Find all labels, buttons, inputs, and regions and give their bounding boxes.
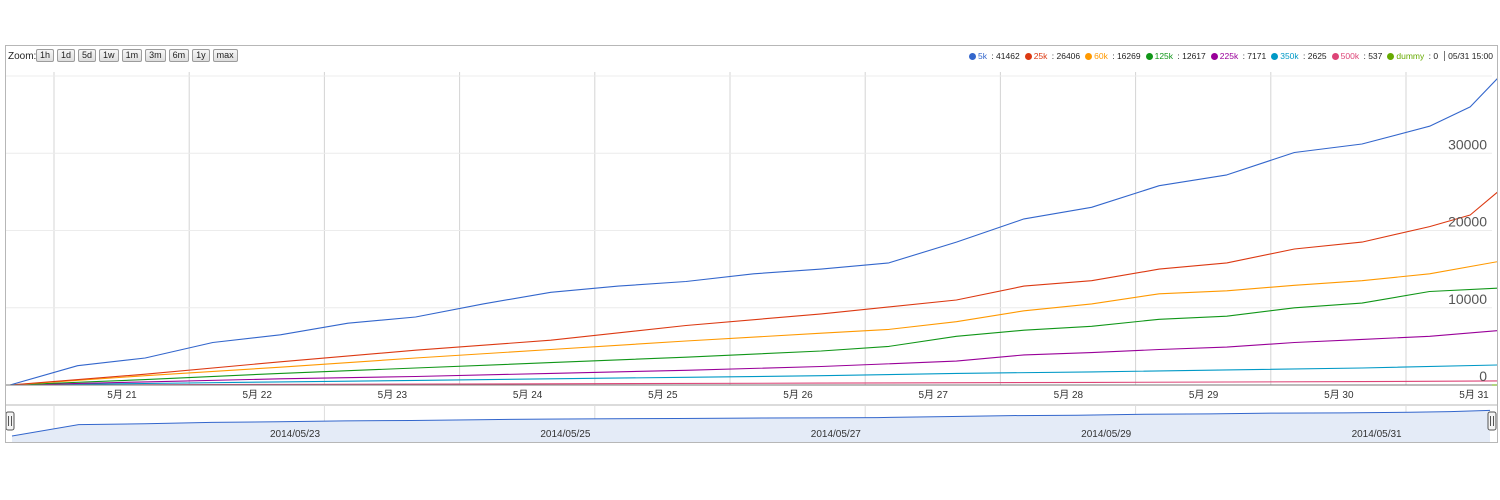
navigator-left-handle[interactable] (6, 411, 15, 431)
drag-handle-icon[interactable] (6, 411, 15, 431)
y-tick-labels: 0 10000 20000 30000 (1448, 136, 1487, 384)
x-tick-label: 5月 31 (1459, 389, 1489, 401)
navigator-date-label: 2014/05/23 (270, 429, 320, 440)
y-tick-label: 0 (1479, 368, 1487, 384)
drag-handle-icon[interactable] (1487, 411, 1497, 431)
y-tick-label: 10000 (1448, 291, 1487, 307)
x-tick-label: 5月 27 (918, 389, 948, 401)
x-tick-label: 5月 26 (783, 389, 813, 401)
navigator-date-label: 2014/05/29 (1081, 429, 1131, 440)
navigator-date-label: 2014/05/27 (811, 429, 861, 440)
series-lines (9, 78, 1497, 386)
x-tick-label: 5月 25 (648, 389, 678, 401)
chart-plot: 01000020000300005月 21 5月 22 5月 23 5月 24 5月 2… (6, 72, 1497, 442)
x-tick-label: 5月 23 (378, 389, 408, 401)
x-tick-label: 5月 30 (1324, 389, 1354, 401)
y-tick-label: 20000 (1448, 214, 1487, 230)
navigator-right-handle[interactable] (1487, 411, 1497, 431)
horizontal-gridlines (6, 75, 1492, 386)
x-tick-labels: 5月 21 5月 22 5月 23 5月 24 5月 25 5月 26 5月 27 5月 28… (107, 389, 1489, 401)
annotated-timeline-chart: Zoom: 1h 1d 5d 1w 1m 3m 6m 1y max 5k : 4… (5, 45, 1498, 443)
x-tick-label: 5月 21 (107, 389, 137, 401)
range-navigator: 2014/05/23 2014/05/25 2014/05/27 2014/05/29… (6, 404, 1497, 442)
x-tick-label: 5月 24 (513, 389, 543, 401)
navigator-date-label: 2014/05/31 (1352, 429, 1402, 440)
x-tick-label: 5月 29 (1189, 389, 1219, 401)
x-tick-label: 5月 28 (1054, 389, 1084, 401)
x-tick-label: 5月 22 (242, 389, 272, 401)
vertical-gridlines (53, 72, 1407, 385)
navigator-date-label: 2014/05/25 (540, 429, 590, 440)
y-tick-label: 30000 (1448, 136, 1487, 152)
